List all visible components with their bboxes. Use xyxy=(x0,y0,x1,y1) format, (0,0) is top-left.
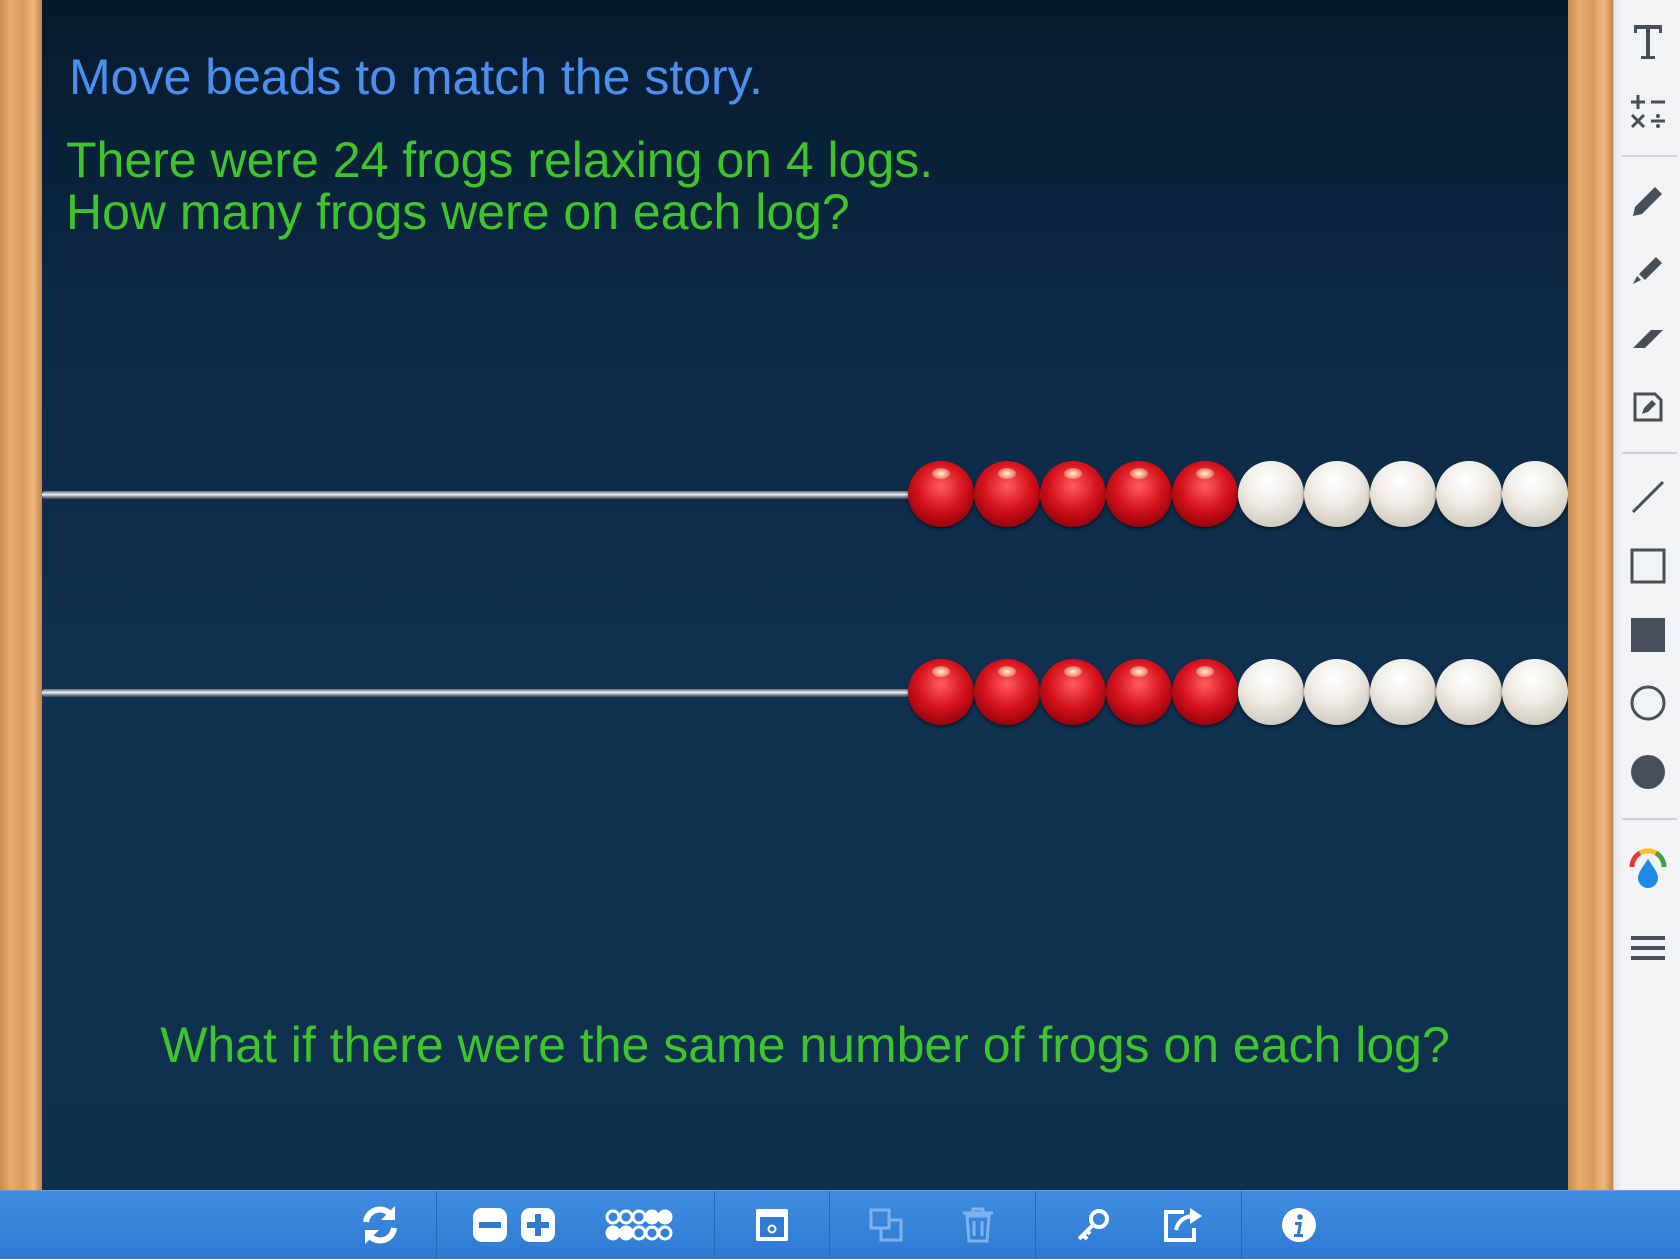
trash-icon xyxy=(963,1207,993,1243)
cover-icon xyxy=(756,1209,788,1241)
info-icon xyxy=(1282,1208,1316,1242)
red-bead[interactable] xyxy=(1040,659,1106,725)
red-bead[interactable] xyxy=(974,461,1040,527)
circle-outline-icon xyxy=(1630,685,1665,721)
eraser-tool-button[interactable] xyxy=(1614,306,1680,368)
white-bead[interactable] xyxy=(1436,461,1502,527)
reset-icon xyxy=(363,1206,397,1244)
drawing-tools-sidebar xyxy=(1613,0,1680,1190)
info-button[interactable] xyxy=(1279,1191,1319,1259)
red-bead[interactable] xyxy=(1106,461,1172,527)
highlighter-tool-button[interactable] xyxy=(1614,238,1680,300)
red-bead[interactable] xyxy=(974,659,1040,725)
color-picker-button[interactable] xyxy=(1614,838,1680,900)
instruction-text: Move beads to match the story. xyxy=(69,49,763,105)
white-bead[interactable] xyxy=(1502,659,1568,725)
white-bead[interactable] xyxy=(1370,659,1436,725)
math-symbols-tool-button[interactable] xyxy=(1614,80,1680,142)
circle-outline-tool-button[interactable] xyxy=(1614,672,1680,734)
rectangle-outline-tool-button[interactable] xyxy=(1614,535,1680,597)
key-button[interactable] xyxy=(1073,1191,1113,1259)
duplicate-icon xyxy=(869,1208,903,1242)
white-bead[interactable] xyxy=(1370,461,1436,527)
separator xyxy=(1622,818,1677,820)
math-symbols-icon xyxy=(1630,95,1665,129)
bead-layout-icon xyxy=(605,1209,673,1241)
white-bead[interactable] xyxy=(1238,659,1304,725)
red-bead[interactable] xyxy=(1040,461,1106,527)
text-tool-button[interactable] xyxy=(1614,10,1680,72)
line-tool-button[interactable] xyxy=(1614,466,1680,528)
key-icon xyxy=(1077,1209,1109,1241)
separator xyxy=(1241,1191,1242,1259)
abacus-rod-2 xyxy=(42,659,1568,727)
pen-icon xyxy=(1632,187,1662,216)
story-line-1: There were 24 frogs relaxing on 4 logs. xyxy=(66,132,934,188)
bead-group[interactable] xyxy=(908,659,1568,727)
circle-filled-icon xyxy=(1630,755,1665,789)
bottom-toolbar xyxy=(0,1190,1680,1259)
note-tool-button[interactable] xyxy=(1614,376,1680,438)
separator xyxy=(829,1191,830,1259)
white-bead[interactable] xyxy=(1304,461,1370,527)
question-text: What if there were the same number of fr… xyxy=(160,1017,1450,1073)
white-bead[interactable] xyxy=(1304,659,1370,725)
color-picker-icon xyxy=(1628,848,1667,888)
separator xyxy=(1035,1191,1036,1259)
separator xyxy=(1622,155,1677,157)
rectangle-filled-icon xyxy=(1630,618,1665,652)
share-icon xyxy=(1164,1208,1202,1242)
red-bead[interactable] xyxy=(1172,659,1238,725)
pen-tool-button[interactable] xyxy=(1614,170,1680,232)
abacus-rod-1 xyxy=(42,461,1568,529)
share-button[interactable] xyxy=(1160,1191,1206,1259)
eraser-icon xyxy=(1632,330,1663,348)
text-icon xyxy=(1633,25,1662,59)
white-bead[interactable] xyxy=(1238,461,1304,527)
story-line-2: How many frogs were on each log? xyxy=(66,184,850,240)
menu-icon xyxy=(1630,936,1665,960)
add-rod-icon xyxy=(521,1208,555,1242)
note-icon xyxy=(1633,392,1662,422)
duplicate-button[interactable] xyxy=(866,1191,906,1259)
white-bead[interactable] xyxy=(1502,461,1568,527)
wood-frame-right xyxy=(1568,0,1613,1190)
bead-layout-button[interactable] xyxy=(603,1191,677,1259)
remove-rod-button[interactable] xyxy=(468,1191,512,1259)
red-bead[interactable] xyxy=(908,659,974,725)
red-bead[interactable] xyxy=(1172,461,1238,527)
add-rod-button[interactable] xyxy=(516,1191,560,1259)
red-bead[interactable] xyxy=(1106,659,1172,725)
white-bead[interactable] xyxy=(1436,659,1502,725)
wood-frame-left xyxy=(0,0,42,1190)
highlighter-icon xyxy=(1632,257,1662,284)
cover-button[interactable] xyxy=(752,1191,792,1259)
story-text: There were 24 frogs relaxing on 4 logs. … xyxy=(66,134,933,238)
circle-filled-tool-button[interactable] xyxy=(1614,741,1680,803)
separator xyxy=(1622,452,1677,454)
line-icon xyxy=(1631,480,1664,514)
separator xyxy=(714,1191,715,1259)
remove-rod-icon xyxy=(473,1208,507,1242)
rectangle-outline-icon xyxy=(1630,548,1665,584)
reset-button[interactable] xyxy=(354,1191,406,1259)
abacus-board: Move beads to match the story. There wer… xyxy=(42,0,1568,1190)
separator xyxy=(436,1191,437,1259)
red-bead[interactable] xyxy=(908,461,974,527)
rectangle-filled-tool-button[interactable] xyxy=(1614,604,1680,666)
menu-button[interactable] xyxy=(1614,917,1680,979)
trash-button[interactable] xyxy=(959,1191,997,1259)
bead-group[interactable] xyxy=(908,461,1568,529)
